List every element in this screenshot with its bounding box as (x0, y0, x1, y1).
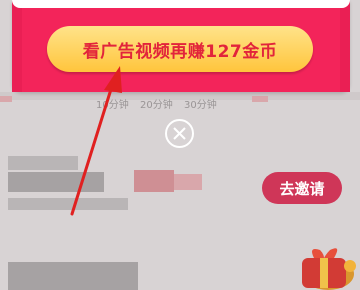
annotation-arrow (70, 66, 122, 216)
